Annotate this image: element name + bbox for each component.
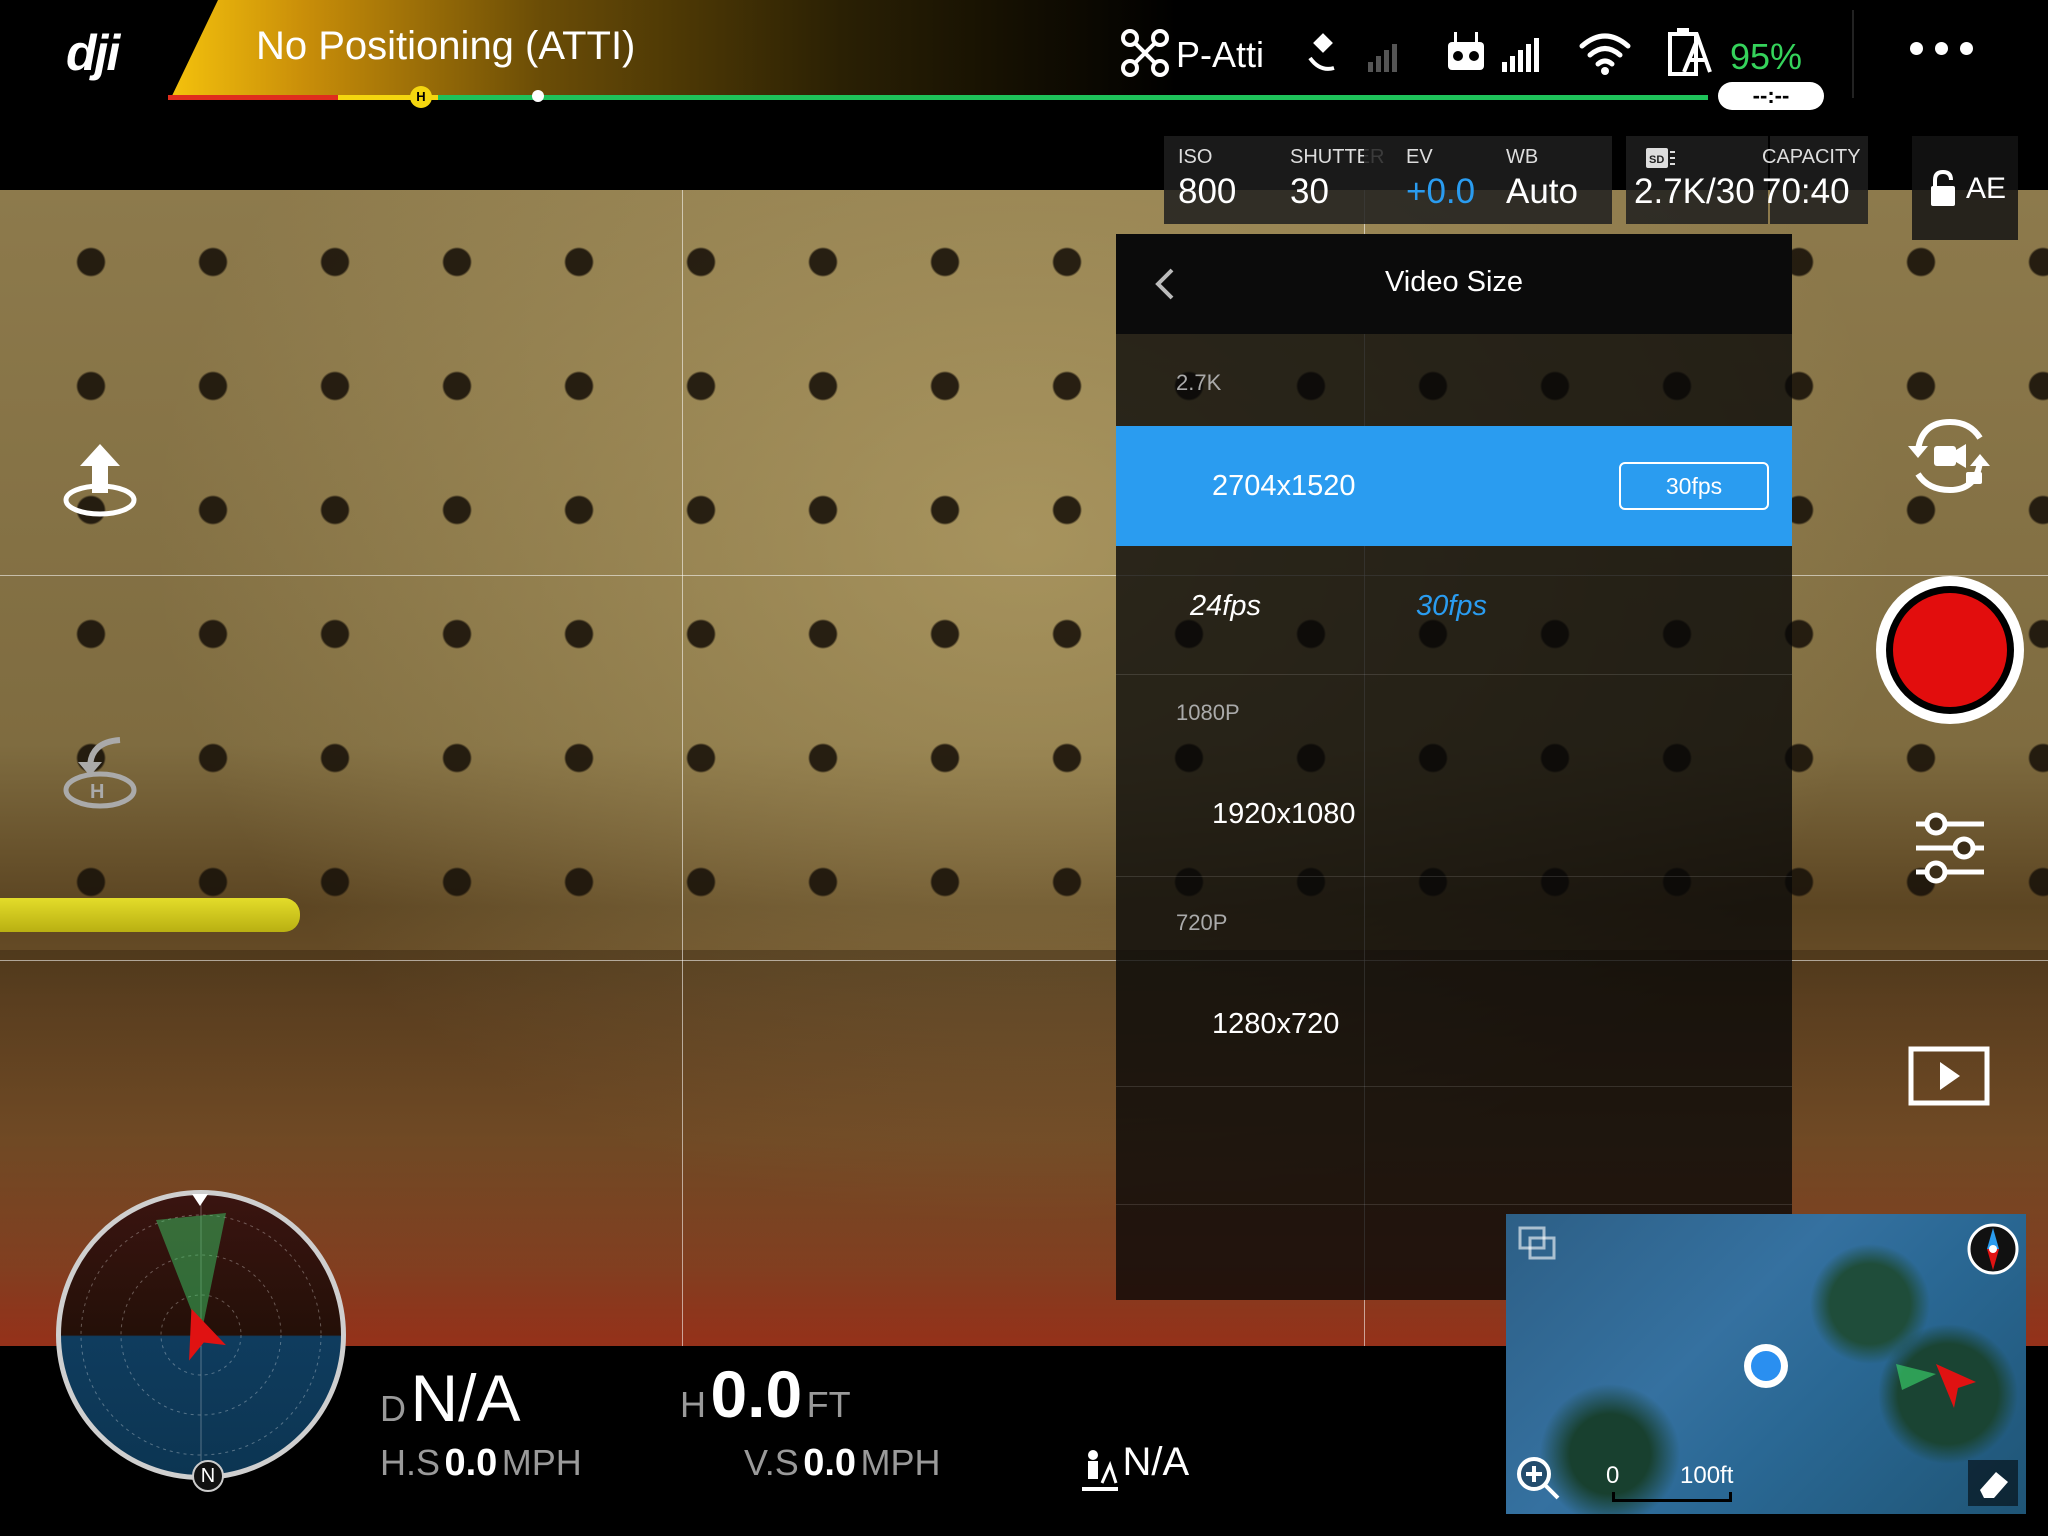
vertical-speed-readout: V.S 0.0 MPH xyxy=(744,1442,940,1485)
resolution-row-2704x1520[interactable]: 2704x1520 30fps xyxy=(1116,426,1792,546)
distance-readout: D N/A xyxy=(380,1360,520,1436)
heading-indicator-icon xyxy=(192,1194,208,1206)
video-size-panel: Video Size 2.7K 2704x1520 30fps 24fps 30… xyxy=(1116,234,1792,1300)
svg-text:H: H xyxy=(90,781,104,803)
topbar-divider xyxy=(1852,10,1854,98)
attitude-radar[interactable] xyxy=(56,1190,346,1480)
resolution-row-1280x720[interactable]: 1280x720 xyxy=(1116,966,1792,1086)
more-settings-button[interactable] xyxy=(1904,22,2004,82)
section-label-720p: 720P xyxy=(1176,910,1228,935)
flight-time-remaining: --:-- xyxy=(1718,82,1824,110)
ae-lock-button[interactable]: AE xyxy=(1912,136,2018,240)
iso-value: 800 xyxy=(1178,172,1237,211)
vs-label: V.S xyxy=(744,1442,799,1483)
scale-end: 100ft xyxy=(1680,1462,1734,1489)
dot-icon xyxy=(1960,42,1973,55)
fps-option-24[interactable]: 24fps xyxy=(1190,590,1261,623)
scale-start: 0 xyxy=(1606,1462,1620,1489)
hs-label: H.S xyxy=(380,1442,441,1483)
vision-sensor-icon xyxy=(1082,1449,1118,1491)
remote-controller-signal-icon[interactable] xyxy=(1446,28,1546,78)
home-return-marker: H xyxy=(410,86,432,108)
zoom-in-icon[interactable] xyxy=(1514,1454,1562,1502)
compass-icon[interactable] xyxy=(1966,1222,2020,1276)
battery-icon[interactable] xyxy=(1668,28,1714,78)
return-to-home-icon[interactable]: H xyxy=(58,732,142,816)
distance-value: N/A xyxy=(410,1361,521,1435)
battery-percentage[interactable]: 95% xyxy=(1730,36,1802,78)
divider xyxy=(1116,876,1792,877)
flight-mode-label[interactable]: P-Atti xyxy=(1176,34,1264,76)
aircraft-icon[interactable] xyxy=(1120,28,1170,78)
hs-unit: MPH xyxy=(501,1442,582,1483)
camera-settings-icon[interactable] xyxy=(1912,812,1988,884)
wb-value: Auto xyxy=(1506,172,1578,211)
resolution-label: 1920x1080 xyxy=(1212,798,1356,830)
height-value: 0.0 xyxy=(710,1357,803,1431)
video-size-group[interactable]: SD 2.7K/30 xyxy=(1626,136,1768,224)
panel-title: Video Size xyxy=(1384,266,1524,298)
switch-camera-mode-icon[interactable] xyxy=(1904,414,1994,498)
dot-icon xyxy=(1910,42,1923,55)
battery-critical-segment xyxy=(168,95,338,100)
resolution-row-1920x1080[interactable]: 1920x1080 xyxy=(1116,756,1792,876)
ae-label: AE xyxy=(1966,172,2007,205)
home-point-dot xyxy=(1751,1351,1781,1381)
lock-icon xyxy=(1931,170,1955,206)
ev-label: EV xyxy=(1406,146,1433,168)
minimap[interactable]: 0 100ft xyxy=(1506,1214,2026,1514)
capacity-group[interactable]: CAPACITY 70:40 xyxy=(1762,136,1868,224)
height-readout: H 0.0 FT xyxy=(680,1356,851,1432)
iso-label: ISO xyxy=(1178,146,1213,168)
sd-label: SD xyxy=(1649,154,1664,166)
divider xyxy=(1116,1086,1792,1087)
playback-icon[interactable] xyxy=(1908,1046,1990,1106)
divider xyxy=(1116,1204,1792,1205)
takeoff-icon[interactable] xyxy=(58,440,142,524)
panel-header: Video Size xyxy=(1116,234,1792,334)
yellow-pole xyxy=(0,898,300,932)
section-label-2.7k: 2.7K xyxy=(1176,370,1222,395)
hs-value: 0.0 xyxy=(444,1442,498,1484)
vs-value: 0.0 xyxy=(803,1442,857,1484)
grid-line-vertical xyxy=(682,190,683,1346)
ev-wb-group[interactable]: EV +0.0 WB Auto xyxy=(1364,136,1612,224)
flight-status-text[interactable]: No Positioning (ATTI) xyxy=(256,24,635,69)
video-size-value: 2.7K/30 xyxy=(1634,172,1755,211)
vps-value: N/A xyxy=(1122,1440,1190,1484)
eraser-icon[interactable] xyxy=(1968,1460,2018,1506)
wb-label: WB xyxy=(1506,146,1539,168)
dji-logo[interactable]: dji xyxy=(66,24,120,82)
aircraft-position-marker xyxy=(532,90,544,102)
vision-positioning-readout: N/A xyxy=(1082,1440,1189,1493)
section-label-1080p: 1080P xyxy=(1176,700,1240,725)
horizontal-speed-readout: H.S 0.0 MPH xyxy=(380,1442,582,1485)
dot-icon xyxy=(1935,42,1948,55)
aircraft-map-icon xyxy=(1896,1364,1976,1408)
scale-bar xyxy=(1612,1492,1732,1502)
shutter-value: 30 xyxy=(1290,172,1329,211)
divider xyxy=(1116,674,1792,675)
radar-graphic xyxy=(80,1195,322,1475)
home-point-marker xyxy=(1744,1344,1788,1388)
exposure-group[interactable]: ISO 800 SHUTTER 30 xyxy=(1164,136,1384,224)
north-indicator: N xyxy=(192,1460,224,1492)
expand-map-icon[interactable] xyxy=(1516,1224,1560,1268)
height-label: H xyxy=(680,1384,706,1425)
resolution-label: 1280x720 xyxy=(1212,1008,1340,1040)
sd-card-icon: SD xyxy=(1646,148,1675,168)
ev-value: +0.0 xyxy=(1406,172,1476,211)
resolution-label: 2704x1520 xyxy=(1212,470,1356,502)
capacity-value: 70:40 xyxy=(1762,172,1850,211)
height-unit: FT xyxy=(806,1384,851,1425)
gps-signal-icon[interactable] xyxy=(1308,28,1408,78)
vs-unit: MPH xyxy=(860,1442,941,1483)
record-button[interactable] xyxy=(1876,576,2024,724)
capacity-label: CAPACITY xyxy=(1762,146,1861,168)
selected-fps-badge[interactable]: 30fps xyxy=(1619,462,1769,510)
wifi-signal-icon[interactable] xyxy=(1578,28,1632,78)
distance-label: D xyxy=(380,1388,406,1429)
record-icon xyxy=(1893,593,2007,707)
fps-option-30[interactable]: 30fps xyxy=(1416,590,1487,623)
